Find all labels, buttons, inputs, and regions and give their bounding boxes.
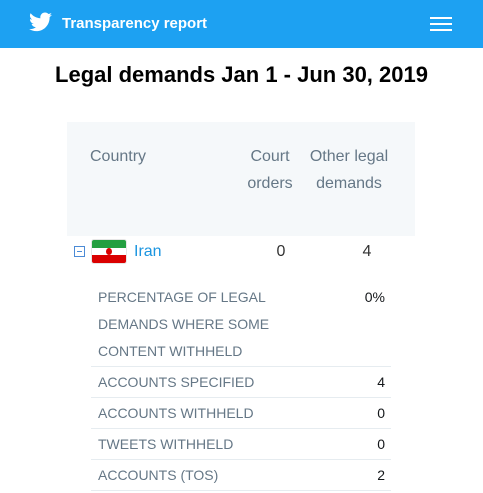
detail-label: ACCOUNTS WITHHELD xyxy=(98,405,254,421)
detail-value: 0% xyxy=(364,289,385,305)
detail-row: ACCOUNTS WITHHELD 0 xyxy=(91,398,391,429)
page-title: Legal demands Jan 1 - Jun 30, 2019 xyxy=(55,62,428,87)
detail-value: 4 xyxy=(377,374,385,390)
column-header-country: Country xyxy=(90,148,147,165)
detail-row: PERCENTAGE OF LEGAL DEMANDS WHERE SOME C… xyxy=(91,284,391,367)
detail-row: TWEETS WITHHELD 0 xyxy=(91,429,391,460)
detail-label: TWEETS WITHHELD xyxy=(98,436,234,452)
country-details: PERCENTAGE OF LEGAL DEMANDS WHERE SOME C… xyxy=(91,284,391,491)
app-title[interactable]: Transparency report xyxy=(62,15,207,32)
detail-value: 0 xyxy=(377,405,385,421)
other-legal-demands-value: 4 xyxy=(362,243,372,260)
detail-label: PERCENTAGE OF LEGAL DEMANDS WHERE SOME C… xyxy=(98,289,270,359)
column-header-other-legal-demands: Other legal demands xyxy=(309,148,389,192)
detail-label: ACCOUNTS SPECIFIED xyxy=(98,374,255,390)
country-link-iran[interactable]: Iran xyxy=(134,243,162,261)
table-header: Country Court orders Other legal demands xyxy=(67,122,415,236)
twitter-bird-icon[interactable] xyxy=(29,12,52,32)
detail-label: ACCOUNTS (TOS) xyxy=(98,467,219,483)
detail-value: 0 xyxy=(377,436,385,452)
detail-row: ACCOUNTS (TOS) 2 xyxy=(91,460,391,491)
top-bar: Transparency report xyxy=(0,0,483,48)
hamburger-menu-icon[interactable] xyxy=(430,17,452,31)
detail-row: ACCOUNTS SPECIFIED 4 xyxy=(91,367,391,398)
column-header-court-orders: Court orders xyxy=(247,148,293,192)
collapse-icon[interactable] xyxy=(74,246,85,257)
detail-value: 2 xyxy=(377,467,385,483)
court-orders-value: 0 xyxy=(276,243,286,260)
iran-flag-icon xyxy=(92,240,126,263)
table-row: Iran 0 4 xyxy=(67,236,415,272)
